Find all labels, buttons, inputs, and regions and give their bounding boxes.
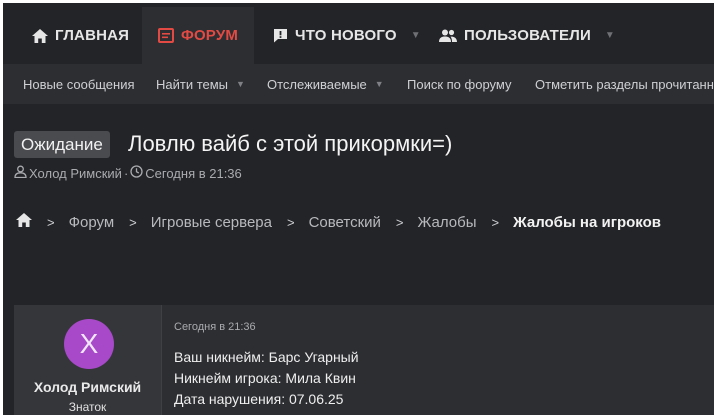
whats-new-icon bbox=[273, 28, 288, 43]
subnav-watched-label: Отслеживаемые bbox=[267, 76, 367, 92]
subnav-find-threads[interactable]: Найти темы ▼ bbox=[156, 64, 245, 104]
subnav-new-posts[interactable]: Новые сообщения bbox=[23, 64, 135, 104]
tab-whats-new-label: ЧТО НОВОГО bbox=[295, 27, 397, 44]
chevron-down-icon[interactable]: ▼ bbox=[236, 79, 245, 89]
home-icon bbox=[32, 28, 48, 43]
clock-icon bbox=[130, 165, 145, 181]
users-icon bbox=[439, 29, 457, 42]
avatar[interactable]: X bbox=[64, 319, 114, 369]
page-title: Ловлю вайб с этой прикормки=) bbox=[128, 131, 453, 156]
post-time[interactable]: Сегодня в 21:36 bbox=[174, 321, 256, 333]
breadcrumb: > Форум > Игровые сервера > Советский > … bbox=[16, 211, 661, 233]
tab-users-label: ПОЛЬЗОВАТЕЛИ bbox=[464, 27, 591, 44]
subnav-watched[interactable]: Отслеживаемые ▼ bbox=[267, 64, 384, 104]
chevron-down-icon[interactable]: ▼ bbox=[411, 30, 421, 41]
breadcrumb-item[interactable]: Игровые сервера bbox=[151, 214, 272, 231]
breadcrumb-item[interactable]: Жалобы bbox=[418, 214, 477, 231]
thread-meta: Холод Римский · Сегодня в 21:36 bbox=[14, 165, 242, 181]
subnav-search-forum[interactable]: Поиск по форуму bbox=[407, 64, 511, 104]
home-icon[interactable] bbox=[16, 213, 32, 231]
forum-icon bbox=[157, 28, 174, 43]
chevron-right-icon: > bbox=[129, 214, 137, 230]
tab-home-label: ГЛАВНАЯ bbox=[55, 27, 130, 44]
user-icon bbox=[14, 165, 29, 181]
breadcrumb-current[interactable]: Жалобы на игроков bbox=[513, 214, 661, 231]
meta-separator: · bbox=[123, 165, 129, 181]
thread-prefix-badge[interactable]: Ожидание bbox=[14, 131, 110, 158]
post-line: Ваш никнейм: Барс Угарный bbox=[174, 349, 359, 365]
tab-home[interactable]: ГЛАВНАЯ bbox=[32, 7, 129, 64]
post-user-panel: X Холод Римский Знаток bbox=[14, 305, 162, 415]
subnav-search-forum-label: Поиск по форуму bbox=[407, 76, 512, 92]
chevron-right-icon: > bbox=[491, 214, 500, 230]
chevron-down-icon[interactable]: ▼ bbox=[605, 30, 615, 41]
thread-author[interactable]: Холод Римский bbox=[29, 166, 122, 181]
breadcrumb-item[interactable]: Форум bbox=[69, 214, 115, 231]
post-username[interactable]: Холод Римский bbox=[14, 379, 161, 395]
subnav-new-posts-label: Новые сообщения bbox=[23, 76, 135, 92]
sub-navigation: Новые сообщения Найти темы ▼ Отслеживаем… bbox=[3, 64, 714, 104]
post-line: Никнейм игрока: Мила Квин bbox=[174, 370, 356, 386]
chevron-right-icon: > bbox=[47, 214, 55, 230]
post-user-title: Знаток bbox=[68, 400, 107, 414]
tab-forum[interactable]: ФОРУМ bbox=[142, 7, 254, 64]
post: X Холод Римский Знаток Сегодня в 21:36 В… bbox=[14, 305, 714, 415]
chevron-right-icon: > bbox=[286, 214, 295, 230]
subnav-mark-read-label: Отметить разделы прочитанными bbox=[535, 76, 714, 92]
tab-forum-label: ФОРУМ bbox=[180, 27, 239, 44]
subnav-find-threads-label: Найти темы bbox=[156, 76, 229, 92]
breadcrumb-item[interactable]: Советский bbox=[309, 214, 381, 231]
thread-date[interactable]: Сегодня в 21:36 bbox=[145, 166, 241, 181]
post-line: Дата нарушения: 07.06.25 bbox=[174, 391, 344, 407]
chevron-right-icon: > bbox=[395, 214, 404, 230]
forum-page: ГЛАВНАЯ ФОРУМ ЧТО НОВОГО ▼ ПОЛЬЗОВАТЕЛИ … bbox=[3, 3, 714, 415]
tab-whats-new[interactable]: ЧТО НОВОГО ▼ bbox=[273, 7, 421, 64]
top-navigation: ГЛАВНАЯ ФОРУМ ЧТО НОВОГО ▼ ПОЛЬЗОВАТЕЛИ … bbox=[3, 7, 714, 64]
tab-users[interactable]: ПОЛЬЗОВАТЕЛИ ▼ bbox=[439, 7, 615, 64]
subnav-mark-read[interactable]: Отметить разделы прочитанными bbox=[535, 64, 714, 104]
chevron-down-icon[interactable]: ▼ bbox=[375, 79, 384, 89]
